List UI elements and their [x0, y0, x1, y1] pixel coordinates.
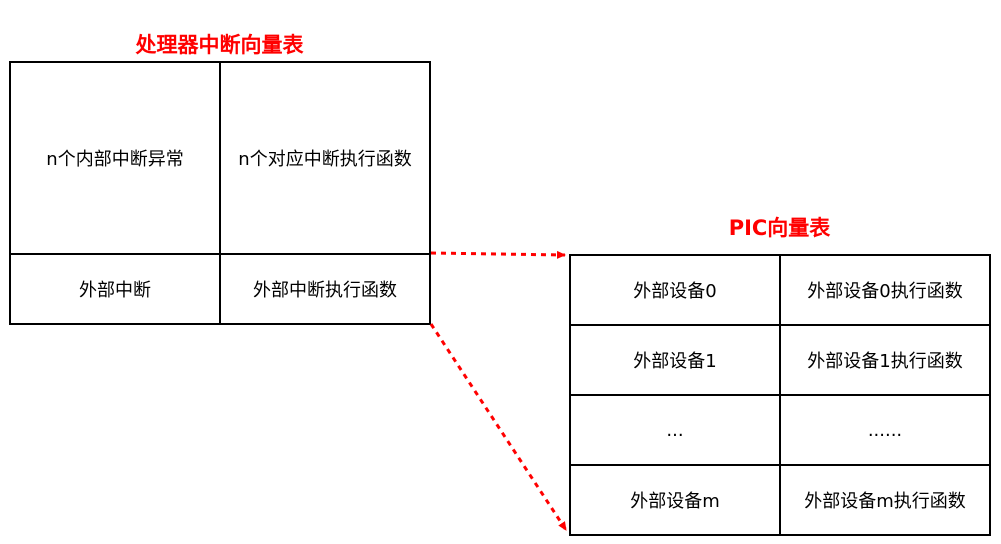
pic-vector-table-title: PIC向量表 — [728, 216, 831, 240]
cpu-table-cell-external-interrupt: 外部中断 — [9, 253, 221, 325]
pic-table-cell-ellipsis-handler: ...... — [779, 394, 991, 466]
pic-table-cell-ellipsis: ... — [569, 394, 781, 466]
pic-table-cell-device-0-handler: 外部设备0执行函数 — [779, 254, 991, 326]
cpu-vector-table-title: 处理器中断向量表 — [135, 33, 304, 57]
pic-table-cell-device-1-handler: 外部设备1执行函数 — [779, 324, 991, 396]
arrow-to-pic-table-top — [430, 250, 566, 259]
pic-table-cell-device-m: 外部设备m — [569, 464, 781, 536]
arrow-to-pic-table-bottom — [429, 323, 568, 531]
cpu-table-cell-internal-exceptions: n个内部中断异常 — [9, 61, 221, 255]
pic-table-cell-device-m-handler: 外部设备m执行函数 — [779, 464, 991, 536]
pic-table-cell-device-0: 外部设备0 — [569, 254, 781, 326]
pic-table-cell-device-1: 外部设备1 — [569, 324, 781, 396]
cpu-table-cell-internal-handlers: n个对应中断执行函数 — [219, 61, 431, 255]
cpu-table-cell-external-handler: 外部中断执行函数 — [219, 253, 431, 325]
